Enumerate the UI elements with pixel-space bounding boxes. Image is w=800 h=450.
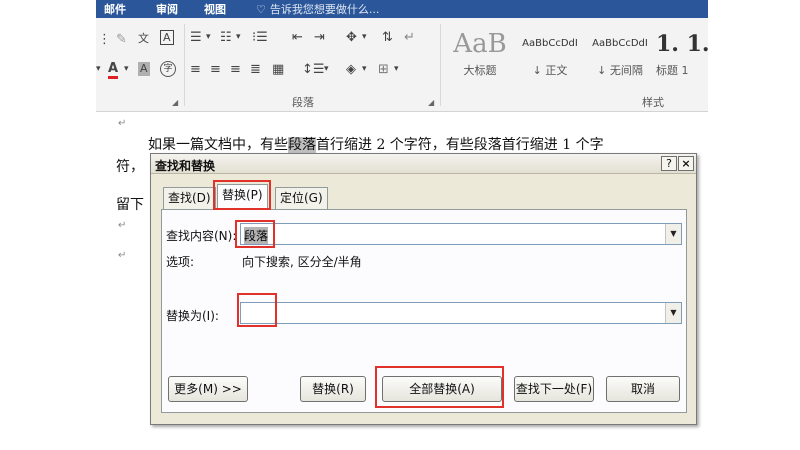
tab-view[interactable]: 视图 [204,1,226,17]
dropdown-arrow-icon[interactable]: ▾ [362,64,367,74]
style-sample: AaBbCcDdI [522,38,578,49]
dropdown-arrow-icon[interactable]: ▾ [394,64,399,74]
document-line-2[interactable]: 符， [116,156,144,176]
numbering-icon[interactable]: ☷ [220,30,232,45]
char-shading-icon[interactable]: A [138,62,150,76]
chinese-layout-icon[interactable]: ⇅ [382,30,393,45]
find-input[interactable]: 段落 ▼ [240,223,682,245]
dropdown-arrow-icon[interactable]: ▾ [324,64,329,74]
style-name: ↓ 无间隔 [597,64,643,77]
group-separator [440,24,441,106]
replace-label: 替换为(I): [166,309,219,323]
align-center-icon[interactable]: ≡ [210,62,221,77]
style-name: ↓ 正文 [532,64,568,77]
doc-text: 首行缩进 2 个字符，有些段落首行缩进 1 个字 [316,137,604,153]
tab-find[interactable]: 查找(D) [163,187,216,209]
style-name: 大标题 [463,64,497,77]
style-heading-1[interactable]: 1. 1. 标题 1 [656,26,708,86]
text-direction-icon[interactable]: ✥ [346,30,357,45]
tab-mailings[interactable]: 邮件 [104,1,126,17]
tab-review[interactable]: 审阅 [156,1,178,17]
paragraph-group-label: 段落 [292,96,314,109]
multilevel-list-icon[interactable]: ⁝☰ [252,30,268,45]
tab-replace[interactable]: 替换(P) [217,184,268,210]
ribbon: ⋮ ✎ 文 A ▾ A ▾ A 字 ◢ ☰ ▾ ☷ ▾ ⁝☰ ⇤ ⇥ ✥ ▾ ⇅… [96,18,708,112]
style-sample: AaB [453,29,507,59]
dropdown-arrow-icon[interactable]: ▾ [96,64,101,74]
find-input-value: 段落 [244,227,269,244]
style-normal[interactable]: AaBbCcDdI ↓ 正文 [516,26,584,86]
find-replace-dialog: 查找和替换 ? × 查找内容(N): 段落 ▼ 选项: 向下搜索, 区分全/半角… [150,153,697,425]
align-left-icon[interactable]: ≡ [190,62,201,77]
borders-icon[interactable]: ⊞ [378,62,389,77]
chevron-down-icon[interactable]: ▼ [665,224,681,244]
lightbulb-icon: ♡ [256,3,266,16]
style-sample: AaBbCcDdI [592,38,648,49]
style-name: 标题 1 [656,64,689,77]
options-label: 选项: [166,255,195,269]
dialog-title: 查找和替换 [155,159,216,173]
paragraph-dialog-launcher-icon[interactable]: ◢ [428,98,434,107]
font-dialog-launcher-icon[interactable]: ◢ [172,98,178,107]
style-title[interactable]: AaB 大标题 [446,26,514,86]
distributed-icon[interactable]: ▦ [272,62,284,77]
close-button[interactable]: × [678,156,694,171]
replace-all-button[interactable]: 全部替换(A) [382,376,502,402]
line-spacing-icon[interactable]: ↕☰ [302,62,325,77]
align-right-icon[interactable]: ≡ [230,62,241,77]
document-line-3[interactable]: 留下 [116,194,144,214]
tab-panel: 查找内容(N): 段落 ▼ 选项: 向下搜索, 区分全/半角 替换为(I): ▼… [161,209,687,413]
font-more-icon[interactable]: ⋮ [98,32,111,47]
tell-me-text: 告诉我您想要做什么... [269,3,380,16]
options-value: 向下搜索, 区分全/半角 [242,255,362,269]
dialog-title-bar[interactable]: 查找和替换 ? × [151,154,696,174]
tab-goto[interactable]: 定位(G) [275,187,328,209]
more-button[interactable]: 更多(M) >> [168,376,248,402]
paragraph-mark: ↵ [118,220,127,231]
dropdown-arrow-icon[interactable]: ▾ [362,32,367,42]
phonetic-guide-icon[interactable]: 文 [138,30,149,46]
group-separator [184,24,185,106]
paragraph-mark: ↵ [118,250,127,261]
char-border-icon[interactable]: A [160,30,174,45]
doc-text: 如果一篇文档中，有些 [148,137,288,153]
decrease-indent-icon[interactable]: ⇤ [292,30,303,45]
style-no-spacing[interactable]: AaBbCcDdI ↓ 无间隔 [586,26,654,86]
dropdown-arrow-icon[interactable]: ▾ [124,64,129,74]
chevron-down-icon[interactable]: ▼ [665,303,681,323]
tell-me-box[interactable]: ♡ 告诉我您想要做什么... [256,1,379,17]
styles-group-label: 样式 [642,96,664,109]
replace-button[interactable]: 替换(R) [300,376,366,402]
document-line-1[interactable]: 如果一篇文档中，有些段落首行缩进 2 个字符，有些段落首行缩进 1 个字 [148,134,604,154]
bullets-icon[interactable]: ☰ [190,30,202,45]
dropdown-arrow-icon[interactable]: ▾ [236,32,241,42]
find-next-button[interactable]: 查找下一处(F) [514,376,594,402]
font-color-icon[interactable]: A [108,62,119,79]
enclose-char-icon[interactable]: 字 [160,61,176,77]
clear-format-icon[interactable]: ✎ [116,32,127,47]
cancel-button[interactable]: 取消 [606,376,680,402]
replace-input[interactable]: ▼ [240,302,682,324]
help-button[interactable]: ? [661,156,677,171]
paragraph-mark: ↵ [118,118,127,129]
shading-icon[interactable]: ◈ [346,62,356,77]
ribbon-tab-bar: 邮件 审阅 视图 ♡ 告诉我您想要做什么... [96,0,708,18]
style-sample: 1. 1. [656,31,708,57]
justify-icon[interactable]: ≣ [250,62,261,77]
doc-text-highlight: 段落 [288,137,316,153]
increase-indent-icon[interactable]: ⇥ [314,30,325,45]
find-label: 查找内容(N): [166,229,237,243]
show-marks-icon[interactable]: ↵ [404,30,415,45]
dropdown-arrow-icon[interactable]: ▾ [206,32,211,42]
